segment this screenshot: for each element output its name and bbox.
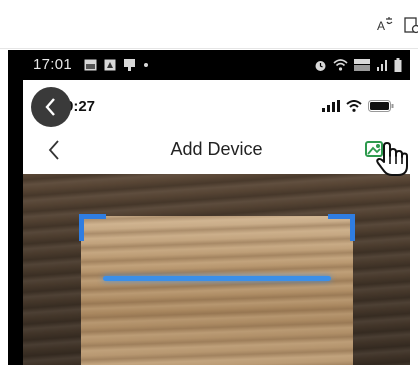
player-back-button[interactable] bbox=[31, 87, 71, 127]
document-icon[interactable] bbox=[403, 16, 418, 34]
ios-wifi-icon bbox=[346, 100, 362, 112]
svg-text:A: A bbox=[377, 19, 385, 33]
scan-frame bbox=[79, 214, 355, 365]
ios-status-bar: 9:27 bbox=[23, 80, 410, 126]
nav-bar: Add Device bbox=[23, 126, 410, 174]
scan-corner-top-right bbox=[328, 214, 355, 241]
battery-icon bbox=[394, 58, 402, 72]
signal-icon bbox=[377, 60, 387, 71]
alarm-icon bbox=[315, 60, 326, 71]
wifi-icon bbox=[333, 59, 348, 71]
browser-toolbar: A bbox=[0, 0, 418, 49]
dot-icon bbox=[144, 62, 148, 67]
android-time: 17:01 bbox=[33, 56, 73, 73]
volte-icon bbox=[354, 59, 370, 71]
android-status-bar: 17:01 bbox=[8, 50, 410, 80]
cellular-signal-icon bbox=[322, 100, 340, 112]
gallery-icon bbox=[84, 59, 97, 70]
settings-icon bbox=[124, 59, 135, 71]
scan-line bbox=[103, 276, 331, 281]
scan-corner-top-left bbox=[79, 214, 106, 241]
read-aloud-icon[interactable]: A bbox=[376, 16, 394, 34]
camera-viewfinder bbox=[23, 174, 410, 365]
chevron-left-icon bbox=[45, 98, 55, 116]
notification-icon bbox=[104, 59, 116, 70]
page-title: Add Device bbox=[170, 139, 263, 159]
ios-app-screen: 9:27 Add Device bbox=[23, 80, 410, 365]
hand-cursor-icon bbox=[376, 142, 408, 176]
ios-battery-icon bbox=[368, 100, 394, 112]
